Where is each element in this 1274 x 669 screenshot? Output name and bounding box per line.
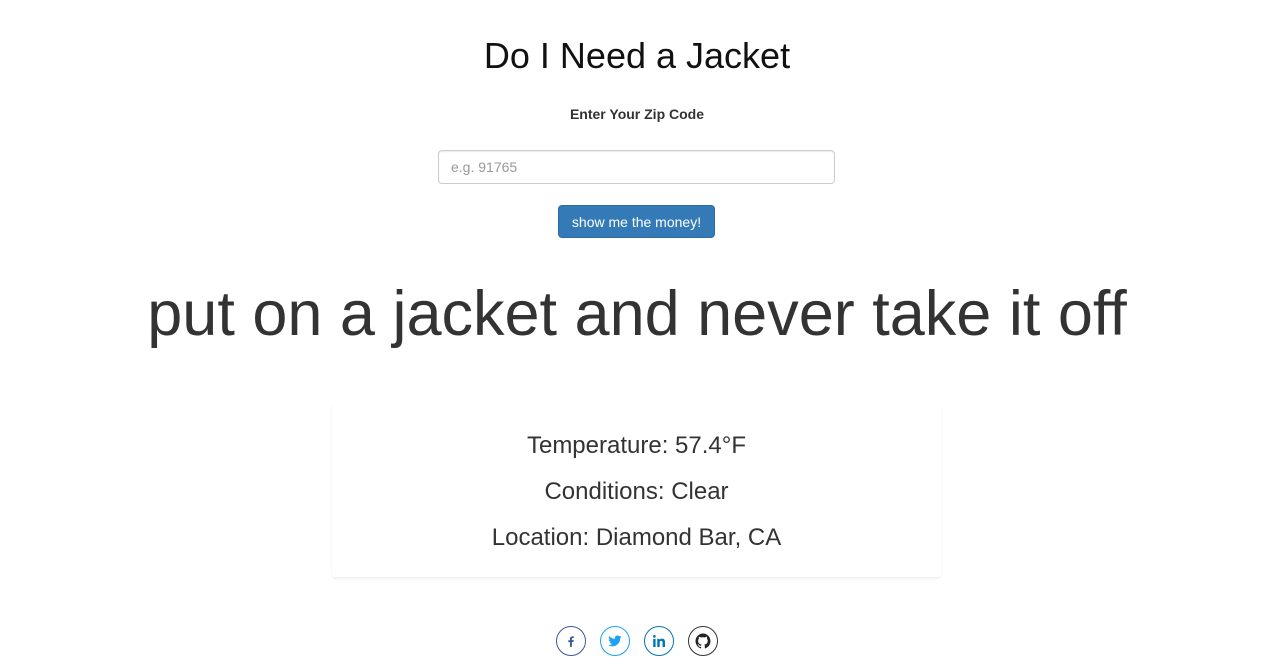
location-text: Location: Diamond Bar, CA [491, 524, 782, 551]
github-icon [694, 632, 712, 650]
page: Do I Need a Jacket Enter Your Zip Code s… [0, 0, 1274, 669]
twitter-icon [607, 633, 623, 649]
github-link[interactable] [688, 626, 718, 656]
linkedin-icon [651, 633, 667, 649]
conditions-text: Conditions: Clear [544, 478, 729, 505]
zip-code-label: Enter Your Zip Code [569, 106, 705, 122]
page-title: Do I Need a Jacket [483, 35, 791, 76]
zip-code-input[interactable] [438, 150, 835, 184]
submit-button[interactable]: show me the money! [558, 205, 715, 238]
temperature-text: Temperature: 57.4°F [526, 432, 747, 459]
twitter-link[interactable] [600, 626, 630, 656]
social-links [0, 626, 1274, 656]
facebook-icon [564, 634, 578, 648]
jacket-verdict: put on a jacket and never take it off [147, 279, 1127, 349]
linkedin-link[interactable] [644, 626, 674, 656]
weather-card: Temperature: 57.4°F Conditions: Clear Lo… [332, 402, 941, 578]
facebook-link[interactable] [556, 626, 586, 656]
